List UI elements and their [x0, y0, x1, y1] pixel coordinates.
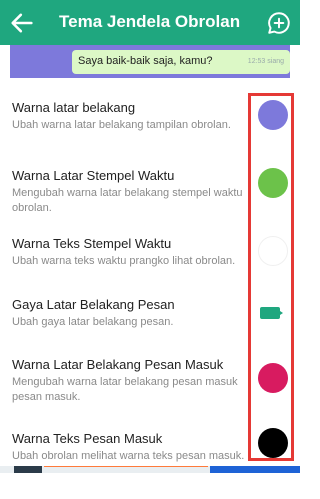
bottom-bar-segment: [210, 466, 300, 473]
color-swatch[interactable]: [258, 236, 288, 266]
add-chat-bubble-icon[interactable]: [266, 10, 292, 36]
setting-incoming-message-text-color[interactable]: Warna Teks Pesan Masuk Ubah obrolan meli…: [0, 428, 300, 499]
setting-title: Warna Teks Stempel Waktu: [12, 236, 172, 251]
app-bar: Tema Jendela Obrolan: [0, 0, 300, 45]
chat-background-preview: Saya baik-baik saja, kamu? 12:53 siang: [10, 45, 290, 78]
color-swatch[interactable]: [258, 168, 288, 198]
setting-title: Warna Latar Belakang Pesan Masuk: [12, 357, 224, 372]
setting-subtitle: Ubah warna latar belakang tampilan obrol…: [12, 119, 231, 131]
setting-title: Warna Latar Stempel Waktu: [12, 168, 175, 183]
bottom-bar-segment: [14, 466, 42, 473]
setting-subtitle: Mengubah warna latar belakang stempel wa…: [12, 187, 243, 214]
setting-incoming-message-background-color[interactable]: Warna Latar Belakang Pesan Masuk Menguba…: [0, 357, 300, 425]
setting-subtitle: Ubah gaya latar belakang pesan.: [12, 316, 174, 328]
setting-title: Warna Teks Pesan Masuk: [12, 431, 163, 446]
color-swatch[interactable]: [258, 100, 288, 130]
page-title: Tema Jendela Obrolan: [59, 12, 241, 31]
setting-timestamp-background-color[interactable]: Warna Latar Stempel Waktu Mengubah warna…: [0, 168, 300, 236]
message-bubble-icon[interactable]: [259, 306, 283, 320]
setting-subtitle: Ubah warna teks waktu prangko lihat obro…: [12, 255, 236, 267]
preview-message-time: 12:53 siang: [247, 58, 284, 65]
color-swatch[interactable]: [258, 363, 288, 393]
bottom-bar-divider: [44, 466, 208, 467]
setting-title: Gaya Latar Belakang Pesan: [12, 297, 175, 312]
setting-title: Warna latar belakang: [12, 100, 136, 115]
chat-preview: Saya baik-baik saja, kamu? 12:53 siang: [0, 45, 300, 87]
preview-message-text: Saya baik-baik saja, kamu?: [78, 55, 213, 67]
bottom-bar: [0, 466, 300, 473]
setting-message-background-style[interactable]: Gaya Latar Belakang Pesan Ubah gaya lata…: [0, 297, 300, 365]
setting-subtitle: Mengubah warna latar belakang pesan masu…: [12, 376, 238, 403]
setting-timestamp-text-color[interactable]: Warna Teks Stempel Waktu Ubah warna teks…: [0, 236, 300, 304]
setting-subtitle: Ubah obrolan melihat warna teks pesan ma…: [12, 450, 245, 462]
color-swatch[interactable]: [258, 428, 288, 458]
setting-background-color[interactable]: Warna latar belakang Ubah warna latar be…: [0, 100, 300, 168]
outgoing-message-bubble: Saya baik-baik saja, kamu? 12:53 siang: [72, 50, 290, 74]
back-arrow-icon[interactable]: [8, 9, 36, 37]
